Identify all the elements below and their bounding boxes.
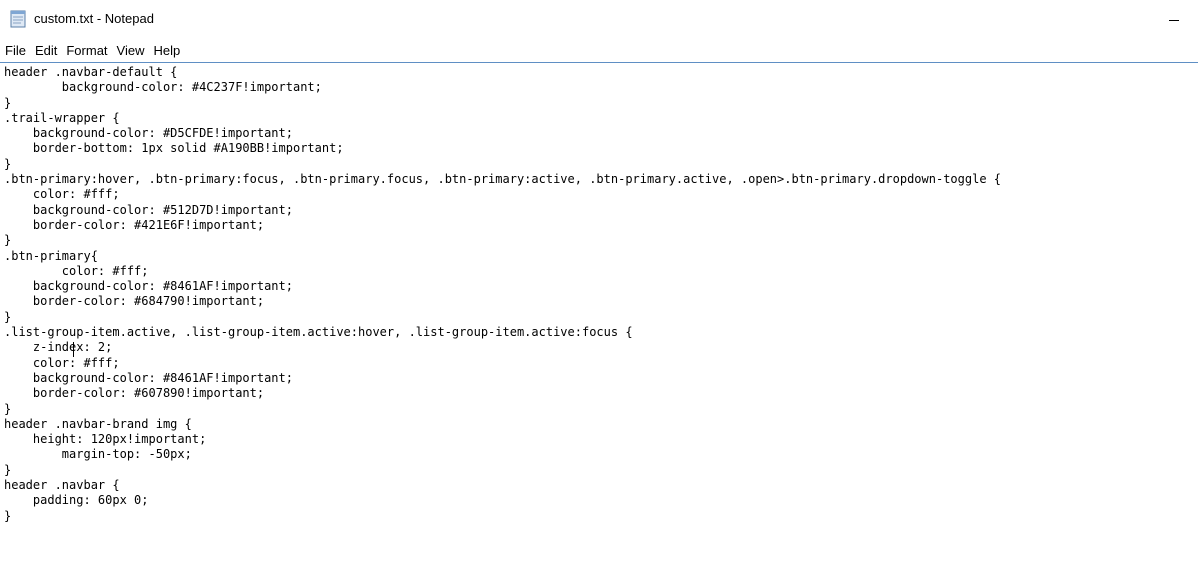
- editor-line: header .navbar-brand img {: [4, 416, 192, 431]
- editor-line: header .navbar {: [4, 478, 120, 493]
- editor-line: }: [4, 233, 12, 248]
- editor-line: color: #fff;: [4, 355, 120, 370]
- editor-line: border-color: #684790!important;: [4, 294, 265, 309]
- editor-line: border-color: #421E6F!important;: [4, 217, 265, 232]
- editor-line: .trail-wrapper {: [4, 110, 120, 125]
- editor-line: color: #fff;: [4, 187, 120, 202]
- editor-line: height: 120px!important;: [4, 432, 207, 447]
- editor-line: background-color: #8461AF!important;: [4, 279, 293, 294]
- editor-line: z-index: 2;: [4, 340, 113, 355]
- notepad-icon: [10, 10, 26, 28]
- text-editor[interactable]: header .navbar-default { background-colo…: [0, 63, 1198, 582]
- minimize-icon: [1169, 19, 1179, 21]
- editor-line: background-color: #4C237F!important;: [4, 80, 322, 95]
- editor-line: color: #fff;: [4, 263, 149, 278]
- editor-line: }: [4, 95, 12, 110]
- menu-bar: File Edit Format View Help: [0, 40, 1198, 63]
- editor-line: background-color: #D5CFDE!important;: [4, 126, 293, 141]
- editor-line: }: [4, 156, 12, 171]
- editor-line: .btn-primary:hover, .btn-primary:focus, …: [4, 172, 1001, 187]
- editor-line: .list-group-item.active, .list-group-ite…: [4, 325, 633, 340]
- editor-line: border-bottom: 1px solid #A190BB!importa…: [4, 141, 344, 156]
- editor-line: }: [4, 309, 12, 324]
- minimize-button[interactable]: [1150, 0, 1198, 38]
- editor-line: background-color: #512D7D!important;: [4, 202, 293, 217]
- window-title: custom.txt - Notepad: [34, 11, 154, 26]
- notepad-window: custom.txt - Notepad File Edit Format Vi…: [0, 0, 1198, 582]
- editor-line: padding: 60px 0;: [4, 493, 149, 508]
- editor-line: }: [4, 401, 12, 416]
- title-bar[interactable]: custom.txt - Notepad: [0, 0, 1198, 40]
- editor-line: background-color: #8461AF!important;: [4, 370, 293, 385]
- menu-view[interactable]: View: [112, 40, 149, 62]
- editor-line: }: [4, 508, 12, 523]
- editor-line: border-color: #607890!important;: [4, 386, 265, 401]
- menu-format[interactable]: Format: [61, 40, 111, 62]
- editor-line: .btn-primary{: [4, 248, 98, 263]
- editor-line: margin-top: -50px;: [4, 447, 192, 462]
- text-cursor: [73, 342, 74, 357]
- editor-content[interactable]: header .navbar-default { background-colo…: [4, 65, 1001, 524]
- editor-line: }: [4, 462, 12, 477]
- menu-help[interactable]: Help: [148, 40, 184, 62]
- menu-file[interactable]: File: [0, 40, 30, 62]
- editor-line: header .navbar-default {: [4, 65, 178, 79]
- menu-edit[interactable]: Edit: [30, 40, 61, 62]
